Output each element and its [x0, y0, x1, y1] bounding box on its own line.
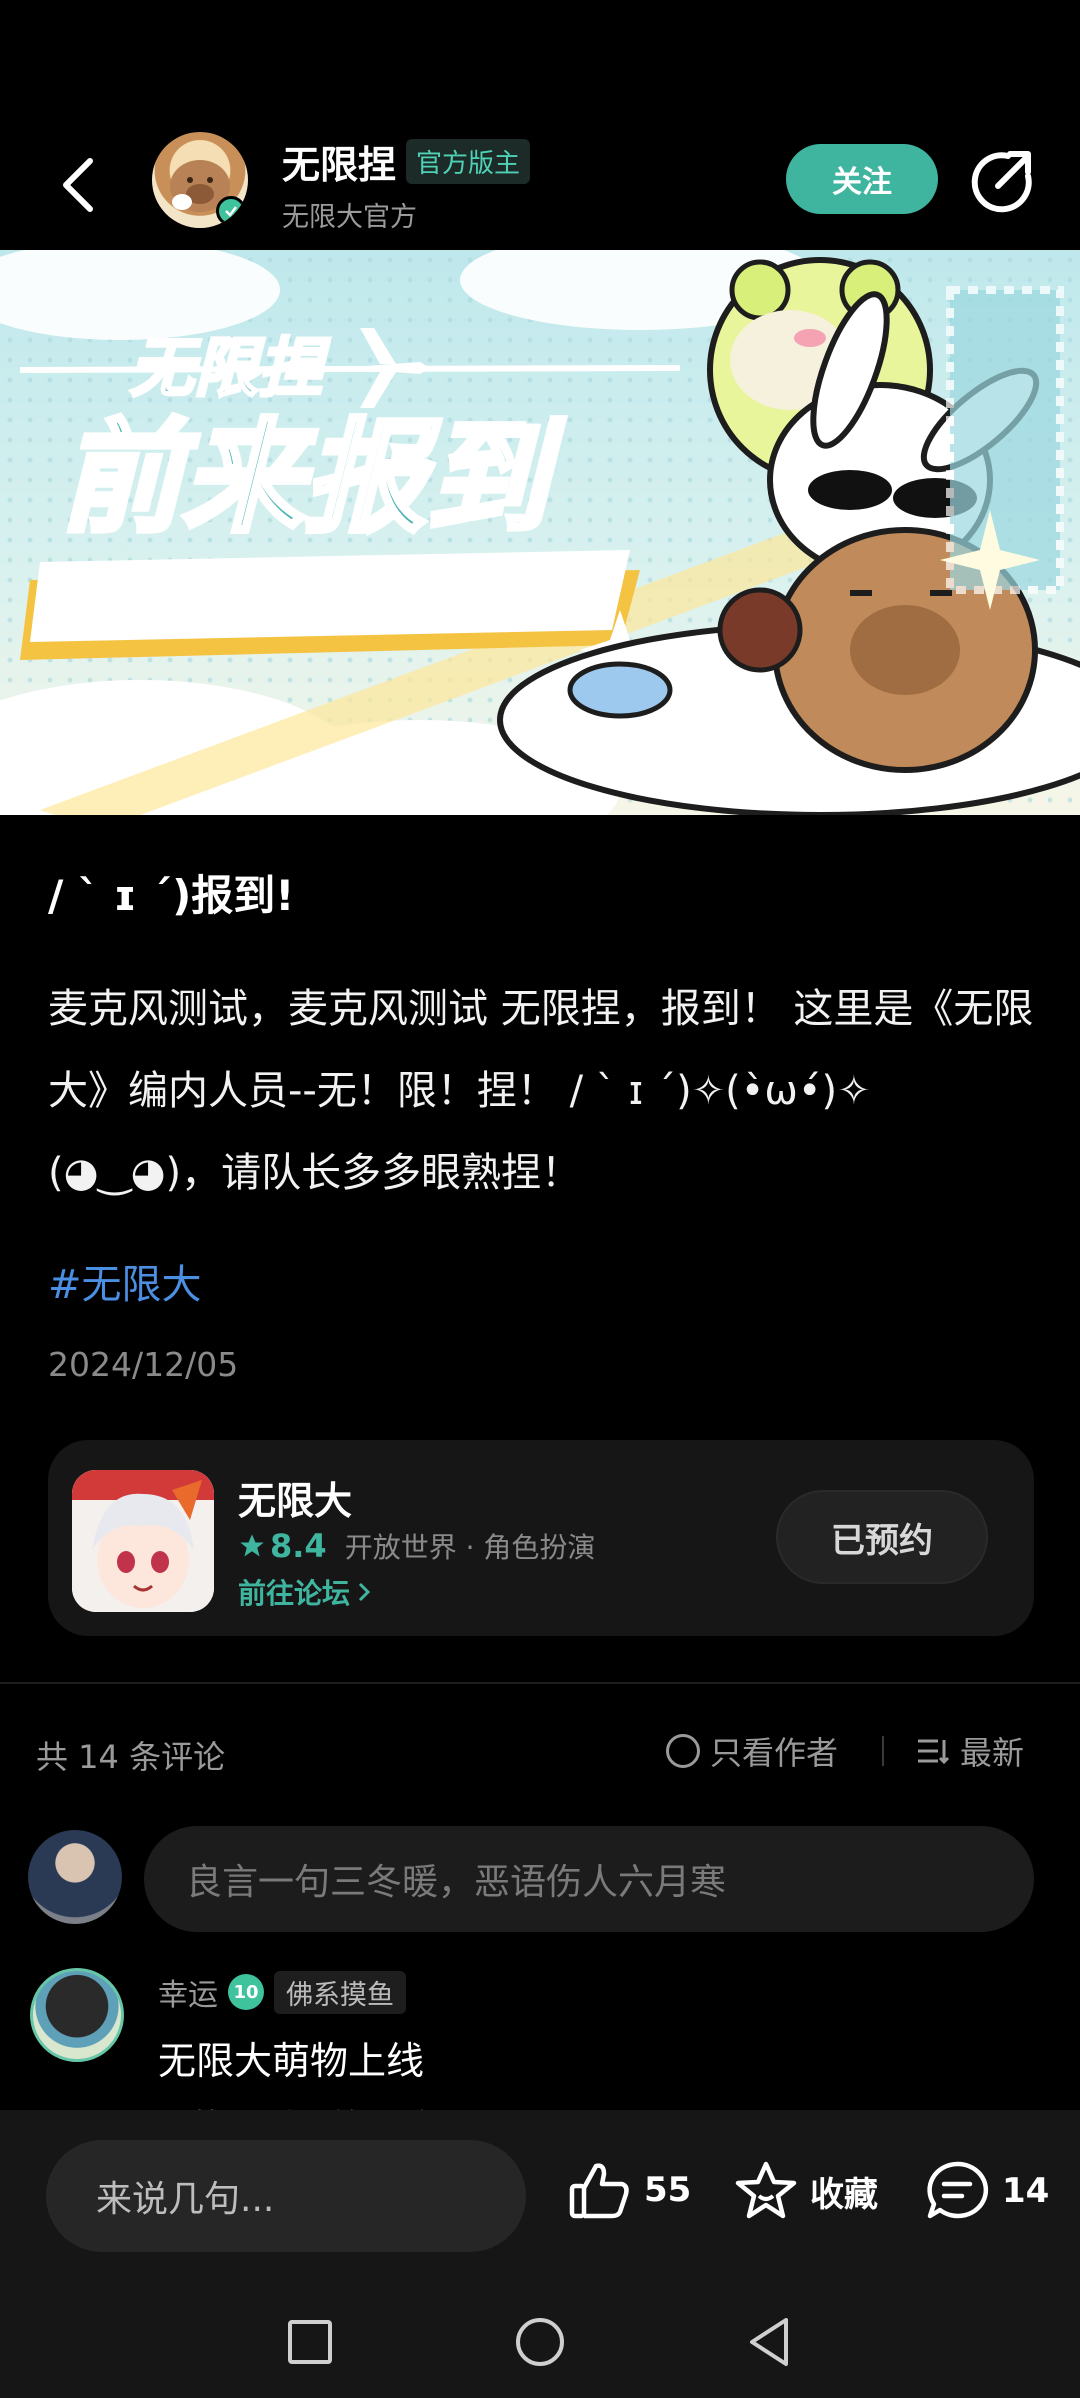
- section-divider: [0, 1682, 1080, 1684]
- commenter-avatar[interactable]: [30, 1968, 124, 2062]
- post-hashtag[interactable]: #无限大: [48, 1252, 202, 1310]
- recent-apps-button[interactable]: [282, 2314, 338, 2370]
- verified-badge-icon: [216, 196, 246, 226]
- chevron-right-icon: [358, 1582, 371, 1602]
- home-button[interactable]: [512, 2314, 568, 2370]
- author-subtitle: 无限大官方: [282, 202, 417, 233]
- follow-button[interactable]: 关注: [786, 144, 938, 214]
- thumbs-up-icon: [569, 2163, 629, 2219]
- comment-text: 无限大萌物上线: [158, 2039, 425, 2083]
- game-genre: 开放世界 · 角色扮演: [344, 1531, 596, 1564]
- favorite-button[interactable]: 收藏: [734, 2160, 878, 2222]
- radio-circle-icon: [666, 1734, 700, 1768]
- author-only-toggle[interactable]: 只看作者: [666, 1728, 838, 1774]
- bottom-action-bar: 来说几句... 55 收藏 14: [0, 2110, 1080, 2286]
- official-moderator-tag: 官方版主: [406, 139, 531, 184]
- star-icon: [735, 2161, 797, 2219]
- sort-list-icon: [918, 1739, 950, 1765]
- commenter-name[interactable]: 幸运: [158, 1970, 218, 2014]
- reserved-button[interactable]: 已预约: [776, 1490, 988, 1584]
- comment-bubble-icon: [927, 2161, 989, 2219]
- share-button[interactable]: [968, 146, 1038, 216]
- goto-forum-label: 前往论坛: [238, 1577, 351, 1610]
- goto-forum-link[interactable]: 前往论坛: [238, 1572, 372, 1612]
- back-nav-button[interactable]: [742, 2314, 798, 2370]
- my-avatar: [28, 1830, 122, 1924]
- triangle-back-icon: [750, 2318, 788, 2366]
- commenter-info: 幸运 10 佛系摸鱼: [158, 1970, 406, 2014]
- say-something-input[interactable]: 来说几句...: [46, 2140, 526, 2252]
- commenter-tag: 佛系摸鱼: [274, 1970, 406, 2014]
- comment-button[interactable]: 14: [924, 2160, 1049, 2222]
- like-button[interactable]: 55: [568, 2160, 691, 2220]
- post-banner-image[interactable]: 无限捏 前来报到: [0, 250, 1080, 815]
- game-card[interactable]: 无限大 8.4 开放世界 · 角色扮演 前往论坛 已预约: [48, 1440, 1034, 1636]
- filter-separator: [882, 1736, 884, 1766]
- sort-toggle[interactable]: 最新: [916, 1728, 1024, 1774]
- favorite-label: 收藏: [810, 2174, 878, 2215]
- comment-count: 14: [1002, 2171, 1050, 2211]
- author-info: 无限捏 官方版主 无限大官方: [282, 134, 531, 234]
- game-icon[interactable]: [72, 1470, 214, 1612]
- author-only-label: 只看作者: [710, 1734, 839, 1772]
- author-avatar[interactable]: [152, 132, 248, 228]
- back-button[interactable]: [48, 148, 108, 222]
- square-icon: [288, 2320, 332, 2364]
- star-rating-icon: [240, 1534, 264, 1557]
- sort-label: 最新: [960, 1734, 1025, 1772]
- post-body-text: 麦克风测试，麦克风测试 无限捏，报到！ 这里是《无限大》编内人员--无！限！捏！…: [48, 986, 1034, 1196]
- circle-icon: [516, 2318, 564, 2366]
- post-header: 无限捏 官方版主 无限大官方 关注: [0, 120, 1080, 250]
- post-title: / ˋ ɪ ˊ)报到!: [48, 871, 295, 920]
- game-meta: 8.4 开放世界 · 角色扮演: [238, 1526, 595, 1566]
- back-arrow-icon: [63, 158, 93, 212]
- comments-count: 共 14 条评论: [36, 1738, 226, 1776]
- like-count: 55: [644, 2170, 692, 2210]
- share-icon: [971, 151, 1032, 213]
- game-name: 无限大: [238, 1479, 353, 1523]
- comment-input[interactable]: 良言一句三冬暖，恶语伤人六月寒: [144, 1826, 1034, 1932]
- author-name[interactable]: 无限捏: [282, 134, 396, 189]
- system-navigation-bar: [0, 2286, 1080, 2398]
- banner-line1: 无限捏: [130, 332, 331, 406]
- banner-line2: 前来报到: [60, 407, 565, 549]
- post-date: 2024/12/05: [48, 1345, 239, 1384]
- level-badge: 10: [228, 1974, 264, 2010]
- game-rating: 8.4: [270, 1527, 327, 1565]
